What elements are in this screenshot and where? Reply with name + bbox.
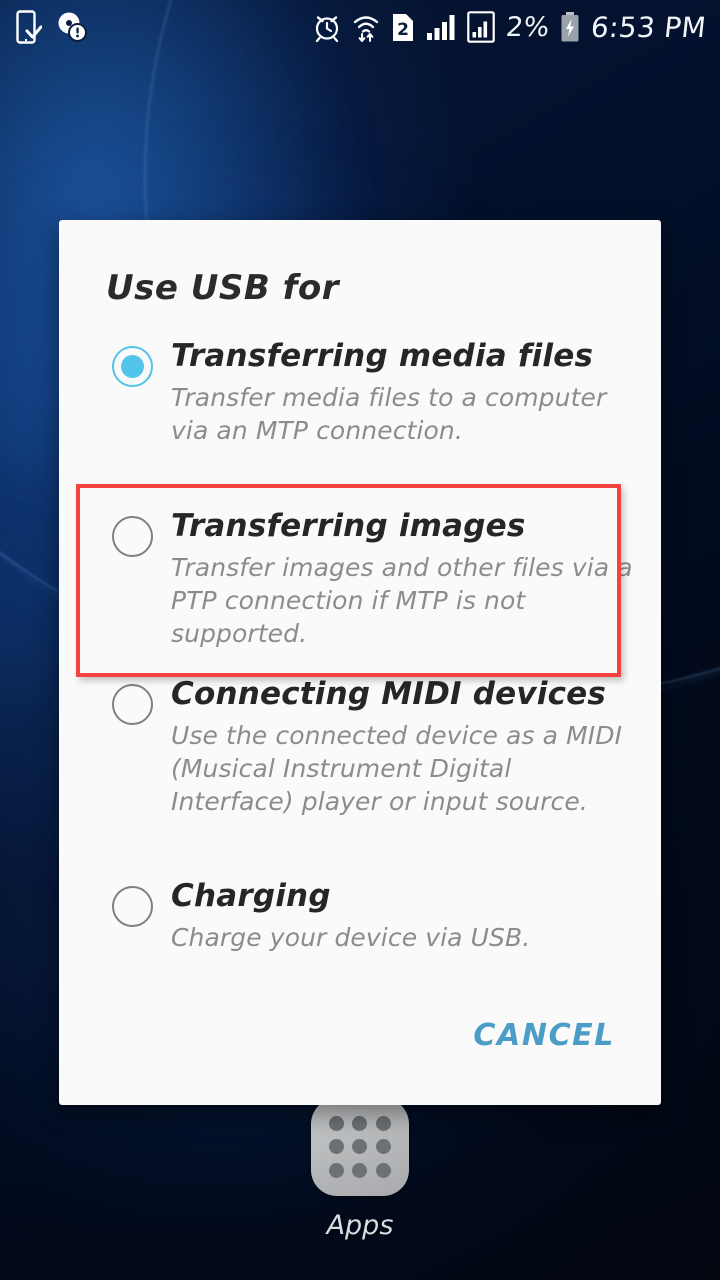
option-title: Charging xyxy=(171,878,331,914)
phone-download-check-icon xyxy=(16,10,42,44)
option-description: Transfer media files to a computer via a… xyxy=(171,383,607,446)
radio-button-unselected[interactable] xyxy=(111,886,153,927)
option-body: Transferring images Transfer images and … xyxy=(171,510,633,650)
grid-dot xyxy=(375,1162,391,1178)
apps-launcher-label: Apps xyxy=(326,1210,394,1241)
radio-button-selected[interactable] xyxy=(111,346,153,387)
option-description: Use the connected device as a MIDI (Musi… xyxy=(171,721,623,817)
apps-launcher[interactable]: Apps xyxy=(311,1098,409,1241)
option-body: Charging Charge your device via USB. xyxy=(171,880,633,954)
usb-option-transferring-images[interactable]: Transferring images Transfer images and … xyxy=(93,510,633,650)
svg-text:2: 2 xyxy=(397,20,409,40)
alarm-clock-icon xyxy=(315,16,338,42)
option-title: Connecting MIDI devices xyxy=(171,676,607,712)
disc-warning-icon xyxy=(58,12,87,42)
grid-dot xyxy=(329,1116,345,1132)
signal-boxed-icon xyxy=(466,11,495,43)
apps-grid-icon[interactable] xyxy=(311,1098,409,1196)
radio-inner-dot xyxy=(120,355,144,378)
signal-bars-icon xyxy=(426,15,455,40)
usb-option-transferring-media-files[interactable]: Transferring media files Transfer media … xyxy=(93,340,633,447)
grid-dot xyxy=(375,1139,391,1155)
option-description: Transfer images and other files via a PT… xyxy=(171,553,633,649)
grid-dot xyxy=(375,1116,391,1132)
status-bar-clock: 6:53 PM xyxy=(589,10,708,44)
usb-option-charging[interactable]: Charging Charge your device via USB. xyxy=(93,880,633,954)
usb-option-connecting-midi-devices[interactable]: Connecting MIDI devices Use the connecte… xyxy=(93,678,633,818)
battery-charging-icon xyxy=(561,12,579,42)
radio-wrap[interactable] xyxy=(93,340,171,387)
sim-card-2-icon: 2 xyxy=(392,13,413,41)
grid-dot xyxy=(352,1139,368,1155)
status-bar: 2 2% 6:53 PM xyxy=(0,0,720,54)
radio-button-unselected[interactable] xyxy=(111,684,153,725)
option-title: Transferring images xyxy=(171,508,526,544)
radio-button-unselected[interactable] xyxy=(111,516,153,557)
option-body: Transferring media files Transfer media … xyxy=(171,340,633,447)
wifi-transfer-icon xyxy=(353,16,378,42)
grid-dot xyxy=(329,1162,345,1178)
radio-wrap[interactable] xyxy=(93,510,171,557)
grid-dot xyxy=(329,1139,345,1155)
radio-wrap[interactable] xyxy=(93,678,171,725)
dialog-title: Use USB for xyxy=(106,268,340,308)
option-title: Transferring media files xyxy=(171,338,594,374)
option-description: Charge your device via USB. xyxy=(171,923,531,953)
radio-wrap[interactable] xyxy=(93,880,171,927)
cancel-button[interactable]: CANCEL xyxy=(473,1018,615,1053)
grid-dot xyxy=(352,1162,368,1178)
status-bar-right-icons: 2 2% 6:53 PM xyxy=(313,11,720,44)
grid-dot xyxy=(352,1116,368,1132)
usb-mode-dialog: Use USB for Transferring media files Tra… xyxy=(59,220,661,1105)
option-body: Connecting MIDI devices Use the connecte… xyxy=(171,678,633,818)
battery-percentage-label: 2% xyxy=(504,11,551,43)
status-bar-left-icons xyxy=(0,10,88,44)
